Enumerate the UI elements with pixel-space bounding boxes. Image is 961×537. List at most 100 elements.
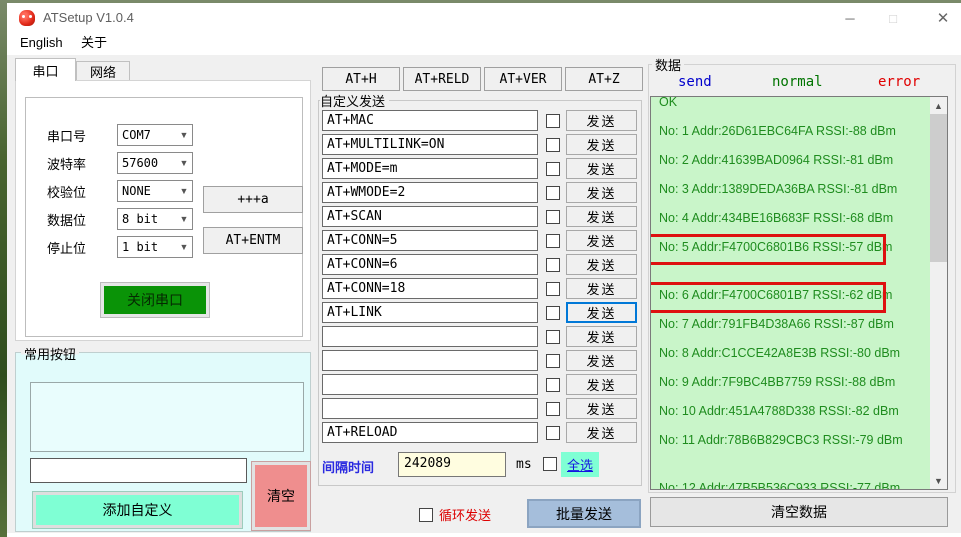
- at-entm-button[interactable]: AT+ENTM: [203, 227, 303, 254]
- command-checkbox[interactable]: [546, 425, 560, 440]
- plus-a-button[interactable]: +++a: [203, 186, 303, 213]
- interval-unit-label: ms: [516, 457, 532, 472]
- data-line: No: 2 Addr:41639BAD0964 RSSI:-81 dBm: [659, 153, 894, 167]
- serial-field-row: 波特率 57600 ▼: [38, 152, 198, 174]
- command-input[interactable]: [322, 398, 538, 419]
- field-dropdown[interactable]: COM7 ▼: [117, 124, 193, 146]
- send-button[interactable]: 发送: [566, 206, 637, 227]
- scroll-down-icon[interactable]: ▼: [930, 472, 947, 489]
- add-custom-button[interactable]: 添加自定义: [32, 491, 243, 529]
- tab-serial[interactable]: 串口: [15, 58, 76, 81]
- command-row: AT+SCAN 发送: [322, 206, 638, 227]
- command-checkbox[interactable]: [546, 209, 560, 224]
- command-input[interactable]: AT+CONN=5: [322, 230, 538, 251]
- data-line: No: 3 Addr:1389DEDA36BA RSSI:-81 dBm: [659, 182, 898, 196]
- command-input[interactable]: AT+MAC: [322, 110, 538, 131]
- data-lines: OK No: 1 Addr:26D61EBC64FA RSSI:-88 dBm No…: [651, 96, 930, 489]
- command-input[interactable]: AT+WMODE=2: [322, 182, 538, 203]
- send-button[interactable]: 发送: [566, 374, 637, 395]
- custom-command-input[interactable]: [30, 458, 247, 483]
- window-bottom-strip: [7, 533, 961, 537]
- field-dropdown[interactable]: NONE ▼: [117, 180, 193, 202]
- serial-field-row: 串口号 COM7 ▼: [38, 124, 198, 146]
- clear-data-button[interactable]: 清空数据: [650, 497, 948, 527]
- command-input[interactable]: AT+MULTILINK=ON: [322, 134, 538, 155]
- command-checkbox[interactable]: [546, 329, 560, 344]
- command-input[interactable]: AT+CONN=18: [322, 278, 538, 299]
- common-buttons-list[interactable]: [30, 382, 304, 452]
- serial-fields: 串口号 COM7 ▼ 波特率 57600 ▼ 校验位 NONE ▼ 数据位 8 bit ▼ 停止位 1 b…: [38, 124, 198, 264]
- at-ver-button[interactable]: AT+VER: [484, 67, 562, 91]
- send-button[interactable]: 发送: [566, 110, 637, 131]
- send-button[interactable]: 发送: [566, 350, 637, 371]
- data-line: No: 7 Addr:791FB4D38A66 RSSI:-87 dBm: [659, 317, 894, 331]
- command-row: AT+WMODE=2 发送: [322, 182, 638, 203]
- legend-normal: normal: [772, 74, 823, 90]
- send-button[interactable]: 发送: [566, 302, 637, 323]
- command-input[interactable]: [322, 374, 538, 395]
- scroll-up-icon[interactable]: ▲: [930, 97, 947, 114]
- chevron-down-icon: ▼: [179, 242, 189, 252]
- data-scrollbar[interactable]: ▲ ▼: [930, 97, 947, 489]
- menu-english[interactable]: English: [16, 33, 67, 53]
- loop-send-label: 循环发送: [439, 508, 492, 523]
- send-button[interactable]: 发送: [566, 422, 637, 443]
- clear-button[interactable]: 清空: [251, 461, 311, 531]
- command-checkbox[interactable]: [546, 185, 560, 200]
- command-checkbox[interactable]: [546, 161, 560, 176]
- command-input[interactable]: AT+RELOAD: [322, 422, 538, 443]
- data-line: No: 10 Addr:451A4788D338 RSSI:-82 dBm: [659, 404, 899, 418]
- command-input[interactable]: [322, 326, 538, 347]
- send-button[interactable]: 发送: [566, 230, 637, 251]
- send-button[interactable]: 发送: [566, 182, 637, 203]
- legend-send: send: [678, 74, 712, 90]
- batch-send-button[interactable]: 批量发送: [527, 499, 641, 528]
- loop-send-checkbox[interactable]: [419, 507, 433, 522]
- select-all-label[interactable]: 全选: [561, 451, 600, 477]
- command-checkbox[interactable]: [546, 353, 560, 368]
- field-label: 停止位: [47, 240, 87, 256]
- menu-about[interactable]: 关于: [77, 33, 111, 53]
- send-button[interactable]: 发送: [566, 158, 637, 179]
- send-button[interactable]: 发送: [566, 254, 637, 275]
- loop-send-wrap: 循环发送: [419, 505, 491, 524]
- command-input[interactable]: AT+LINK: [322, 302, 538, 323]
- command-checkbox[interactable]: [546, 305, 560, 320]
- command-checkbox[interactable]: [546, 401, 560, 416]
- scrollbar-thumb[interactable]: [930, 114, 947, 262]
- close-serial-button[interactable]: 关闭串口: [104, 286, 206, 314]
- send-button[interactable]: 发送: [566, 326, 637, 347]
- dropdown-value: COM7: [122, 128, 151, 142]
- command-row: AT+CONN=18 发送: [322, 278, 638, 299]
- at-z-button[interactable]: AT+Z: [565, 67, 643, 91]
- legend-error: error: [878, 74, 921, 90]
- field-dropdown[interactable]: 57600 ▼: [117, 152, 193, 174]
- select-all-checkbox[interactable]: [543, 457, 557, 471]
- chevron-down-icon: ▼: [179, 214, 189, 224]
- data-line-highlighted: No: 6 Addr:F4700C6801B7 RSSI:-62 dBm: [651, 281, 930, 313]
- command-row: AT+LINK 发送: [322, 302, 638, 323]
- command-checkbox[interactable]: [546, 233, 560, 248]
- interval-input[interactable]: 242089: [398, 452, 506, 477]
- interval-label: 间隔时间: [322, 460, 375, 475]
- command-input[interactable]: AT+MODE=m: [322, 158, 538, 179]
- command-checkbox[interactable]: [546, 377, 560, 392]
- command-checkbox[interactable]: [546, 137, 560, 152]
- app-window: ATSetup V1.0.4 ─ □ ✕ English 关于 串口 网络 串口…: [0, 0, 961, 537]
- command-input[interactable]: AT+CONN=6: [322, 254, 538, 275]
- command-checkbox[interactable]: [546, 257, 560, 272]
- at-reld-button[interactable]: AT+RELD: [403, 67, 481, 91]
- send-button[interactable]: 发送: [566, 398, 637, 419]
- field-dropdown[interactable]: 1 bit ▼: [117, 236, 193, 258]
- command-row: AT+MAC 发送: [322, 110, 638, 131]
- tab-network[interactable]: 网络: [76, 61, 130, 81]
- command-checkbox[interactable]: [546, 281, 560, 296]
- at-h-button[interactable]: AT+H: [322, 67, 400, 91]
- command-input[interactable]: [322, 350, 538, 371]
- command-checkbox[interactable]: [546, 113, 560, 128]
- send-button[interactable]: 发送: [566, 278, 637, 299]
- command-input[interactable]: AT+SCAN: [322, 206, 538, 227]
- field-dropdown[interactable]: 8 bit ▼: [117, 208, 193, 230]
- titlebar[interactable]: ATSetup V1.0.4 ─ □ ✕: [7, 3, 961, 28]
- send-button[interactable]: 发送: [566, 134, 637, 155]
